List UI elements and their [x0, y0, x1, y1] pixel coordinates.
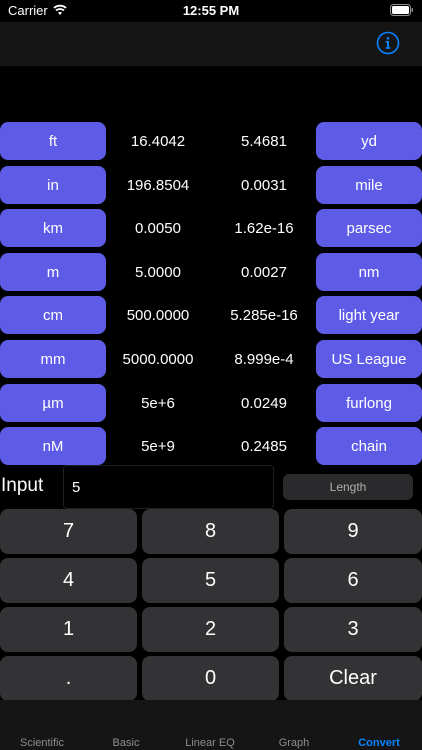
value-um: 5e+6: [141, 394, 175, 412]
unit-button-ft[interactable]: ft: [0, 122, 106, 160]
key-0[interactable]: 0: [142, 656, 279, 701]
key-9[interactable]: 9: [284, 509, 422, 554]
unit-button-um[interactable]: µm: [0, 384, 106, 422]
unit-button-us-league[interactable]: US League: [316, 340, 422, 378]
key-decimal[interactable]: .: [0, 656, 137, 701]
input-value: 5: [72, 479, 81, 496]
nav-bar: [0, 22, 422, 66]
key-1[interactable]: 1: [0, 607, 137, 652]
key-7[interactable]: 7: [0, 509, 137, 554]
status-bar: Carrier 12:55 PM: [0, 0, 422, 22]
value-m: 5.0000: [135, 263, 181, 281]
value-us-league: 8.999e-4: [234, 350, 294, 368]
unit-button-chain[interactable]: chain: [316, 427, 422, 465]
value-light-year: 5.285e-16: [230, 306, 298, 324]
value-nm: 0.0027: [241, 263, 287, 281]
value-mile: 0.0031: [241, 176, 287, 194]
input-label: Input: [1, 475, 44, 496]
value-mm: 5000.0000: [122, 350, 194, 368]
value-cm: 500.0000: [126, 306, 190, 324]
unit-button-cm[interactable]: cm: [0, 296, 106, 334]
clear-button[interactable]: Clear: [284, 656, 422, 701]
value-nM: 5e+9: [141, 437, 175, 455]
tab-scientific[interactable]: Scientific: [0, 737, 84, 749]
unit-button-yd[interactable]: yd: [316, 122, 422, 160]
value-chain: 0.2485: [241, 437, 287, 455]
info-icon[interactable]: [376, 31, 400, 55]
key-5[interactable]: 5: [142, 558, 279, 603]
value-yd: 5.4681: [241, 132, 287, 150]
unit-button-mile[interactable]: mile: [316, 166, 422, 204]
value-furlong: 0.0249: [241, 394, 287, 412]
conversion-type-button[interactable]: Length: [283, 474, 413, 500]
unit-button-parsec[interactable]: parsec: [316, 209, 422, 247]
unit-button-furlong[interactable]: furlong: [316, 384, 422, 422]
tab-basic[interactable]: Basic: [84, 737, 168, 749]
unit-button-km[interactable]: km: [0, 209, 106, 247]
key-2[interactable]: 2: [142, 607, 279, 652]
unit-button-nM[interactable]: nM: [0, 427, 106, 465]
value-ft: 16.4042: [130, 132, 186, 150]
tab-bar: Scientific Basic Linear EQ Graph Convert: [0, 700, 422, 750]
value-km: 0.0050: [135, 219, 181, 237]
key-6[interactable]: 6: [284, 558, 422, 603]
battery-icon: [390, 4, 413, 16]
tab-convert[interactable]: Convert: [337, 737, 421, 749]
value-in: 196.8504: [126, 176, 190, 194]
input-field[interactable]: 5: [63, 465, 274, 509]
unit-button-light-year[interactable]: light year: [316, 296, 422, 334]
key-4[interactable]: 4: [0, 558, 137, 603]
status-time: 12:55 PM: [182, 3, 240, 18]
key-3[interactable]: 3: [284, 607, 422, 652]
unit-button-mm[interactable]: mm: [0, 340, 106, 378]
unit-button-m[interactable]: m: [0, 253, 106, 291]
key-8[interactable]: 8: [142, 509, 279, 554]
unit-button-nm[interactable]: nm: [316, 253, 422, 291]
tab-linear-eq[interactable]: Linear EQ: [168, 737, 252, 749]
tab-graph[interactable]: Graph: [252, 737, 336, 749]
unit-button-in[interactable]: in: [0, 166, 106, 204]
value-parsec: 1.62e-16: [234, 219, 294, 237]
